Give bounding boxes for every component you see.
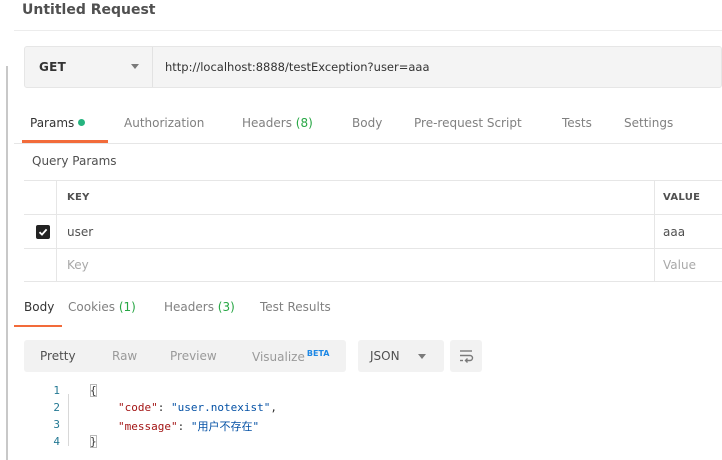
table-header-row: KEY VALUE <box>24 180 722 214</box>
line-number: 1 <box>53 384 60 397</box>
view-mode-group: Pretty Raw Preview Visualize BETA <box>24 340 346 372</box>
json-field: "code": "user.notexist", <box>118 401 277 414</box>
tab-headers-label: Headers <box>242 116 292 130</box>
chevron-down-icon <box>131 64 139 69</box>
param-enabled-checkbox[interactable] <box>36 225 50 239</box>
tab-authorization[interactable]: Authorization <box>124 116 204 130</box>
row-check-cell <box>24 215 56 248</box>
response-tabs: Body Cookies (1) Headers (3) Test Result… <box>24 298 722 328</box>
json-key: "message" <box>118 420 178 433</box>
tab-response-body[interactable]: Body <box>24 300 54 314</box>
tab-settings[interactable]: Settings <box>624 116 673 130</box>
left-gutter <box>0 0 10 460</box>
tab-cookies-label: Cookies <box>68 300 115 314</box>
request-url-bar: GET http://localhost:8888/testException?… <box>24 46 722 88</box>
sidebar-rail <box>6 66 8 460</box>
tab-cookies-count: (1) <box>118 300 136 314</box>
view-pretty-button[interactable]: Pretty <box>40 349 76 363</box>
tab-test-results[interactable]: Test Results <box>260 300 331 314</box>
tab-body-label: Body <box>352 116 383 130</box>
tab-settings-label: Settings <box>624 116 674 130</box>
format-label: JSON <box>370 349 400 363</box>
method-select[interactable]: GET <box>25 47 153 87</box>
new-param-key-input[interactable]: Key <box>56 249 654 281</box>
code-line: 2 "code": "user.notexist", <box>24 401 722 416</box>
table-row: user aaa <box>24 214 722 248</box>
request-tabs-divider <box>14 143 722 144</box>
indent-guide <box>68 394 69 446</box>
open-brace: { <box>90 384 97 397</box>
request-title[interactable]: Untitled Request <box>22 2 156 18</box>
tab-response-body-label: Body <box>24 300 55 314</box>
new-row-check-cell <box>24 249 56 281</box>
json-comma: , <box>270 401 277 414</box>
table-row-new: Key Value <box>24 248 722 282</box>
title-divider <box>14 30 722 31</box>
params-active-dot-icon <box>78 119 86 126</box>
response-active-tab-indicator <box>14 325 62 327</box>
view-preview-button[interactable]: Preview <box>170 349 217 363</box>
column-header-value: VALUE <box>654 181 722 214</box>
json-field: "message": "用户不存在" <box>118 420 260 433</box>
tab-response-headers-count: (3) <box>217 300 235 314</box>
wrap-lines-icon <box>460 350 474 363</box>
json-key: "code" <box>118 401 158 414</box>
new-param-value-input[interactable]: Value <box>654 249 722 281</box>
tab-authorization-label: Authorization <box>124 116 205 130</box>
line-number: 4 <box>53 435 60 448</box>
request-tabs: Params Authorization Headers (8) Body Pr… <box>22 110 722 144</box>
tab-params[interactable]: Params <box>30 116 86 130</box>
json-value: "user.notexist" <box>171 401 271 414</box>
json-value: "用户不存在" <box>190 420 260 433</box>
tab-headers[interactable]: Headers (8) <box>242 116 313 130</box>
tab-test-results-label: Test Results <box>260 300 331 314</box>
tab-pre-request-script[interactable]: Pre-request Script <box>414 116 522 130</box>
format-select[interactable]: JSON <box>358 340 444 372</box>
view-raw-button[interactable]: Raw <box>112 349 137 363</box>
line-number: 2 <box>53 401 60 414</box>
response-toolbar: Pretty Raw Preview Visualize BETA JSON <box>24 340 722 374</box>
close-brace: } <box>90 435 97 448</box>
param-value-input[interactable]: aaa <box>654 215 722 248</box>
tab-tests-label: Tests <box>562 116 592 130</box>
chevron-down-icon <box>418 354 426 359</box>
wrap-lines-button[interactable] <box>450 340 482 372</box>
code-line: 3 "message": "用户不存在" <box>24 418 722 433</box>
method-label: GET <box>39 60 67 74</box>
tab-pre-request-script-label: Pre-request Script <box>414 116 522 130</box>
tab-tests[interactable]: Tests <box>562 116 592 130</box>
tab-params-label: Params <box>30 116 75 130</box>
tab-response-headers-label: Headers <box>164 300 214 314</box>
code-line: 4 } <box>24 435 722 450</box>
column-header-key: KEY <box>56 181 654 214</box>
checkmark-icon <box>38 228 48 236</box>
url-input[interactable]: http://localhost:8888/testException?user… <box>153 47 721 87</box>
tab-body[interactable]: Body <box>352 116 382 130</box>
view-visualize-label: Visualize <box>252 350 305 364</box>
code-line: 1 { <box>24 384 722 399</box>
line-number: 3 <box>53 418 60 431</box>
tab-cookies[interactable]: Cookies (1) <box>68 300 136 314</box>
view-visualize-button[interactable]: Visualize BETA <box>252 349 329 364</box>
header-check-cell <box>24 181 56 214</box>
beta-badge: BETA <box>306 349 330 358</box>
param-key-input[interactable]: user <box>56 215 654 248</box>
tab-headers-count: (8) <box>295 116 313 130</box>
response-body-viewer[interactable]: 1 { 2 "code": "user.notexist", 3 "messag… <box>24 382 722 460</box>
query-params-title: Query Params <box>32 154 117 168</box>
tab-response-headers[interactable]: Headers (3) <box>164 300 235 314</box>
